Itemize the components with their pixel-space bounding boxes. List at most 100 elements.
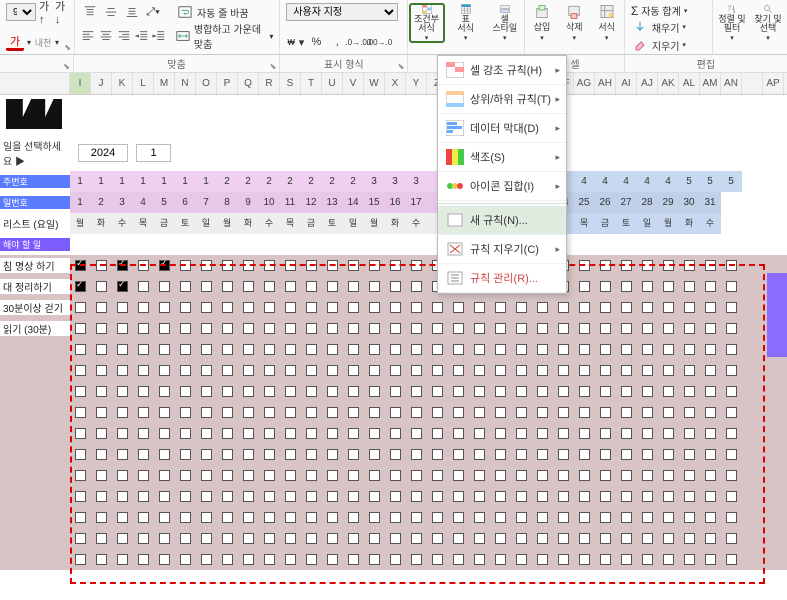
checkbox-cell[interactable] bbox=[406, 444, 427, 465]
worksheet[interactable]: 일을 선택하세요 ▶ 주번호11111112222222333444444455… bbox=[0, 95, 787, 570]
clear-button[interactable]: 지우기▾ bbox=[631, 36, 706, 54]
checkbox-cell[interactable] bbox=[595, 360, 616, 381]
checkbox-cell[interactable] bbox=[679, 465, 700, 486]
checkbox-cell[interactable] bbox=[574, 318, 595, 339]
font-color-icon[interactable]: 가 bbox=[6, 33, 24, 51]
checkbox-cell[interactable] bbox=[196, 402, 217, 423]
checkbox-cell[interactable] bbox=[448, 465, 469, 486]
checkbox-cell[interactable] bbox=[553, 423, 574, 444]
checkbox-cell[interactable] bbox=[238, 276, 259, 297]
checkbox-cell[interactable] bbox=[238, 318, 259, 339]
col-header[interactable]: L bbox=[133, 73, 154, 94]
checkbox-cell[interactable] bbox=[91, 528, 112, 549]
checkbox-cell[interactable] bbox=[511, 444, 532, 465]
checkbox-cell[interactable] bbox=[259, 255, 280, 276]
checkbox-cell[interactable] bbox=[721, 276, 742, 297]
checkbox-cell[interactable] bbox=[133, 507, 154, 528]
checkbox-cell[interactable] bbox=[700, 276, 721, 297]
checkbox-cell[interactable] bbox=[721, 255, 742, 276]
checkbox-cell[interactable] bbox=[112, 255, 133, 276]
checkbox-cell[interactable] bbox=[469, 360, 490, 381]
checkbox-cell[interactable] bbox=[91, 465, 112, 486]
checkbox-cell[interactable] bbox=[133, 276, 154, 297]
checkbox-cell[interactable] bbox=[469, 486, 490, 507]
checkbox-cell[interactable] bbox=[658, 549, 679, 570]
menu-color-scales[interactable]: 색조(S)▸ bbox=[438, 143, 566, 172]
insert-button[interactable]: 삽입▾ bbox=[527, 4, 557, 42]
checkbox-cell[interactable] bbox=[154, 549, 175, 570]
checkbox-cell[interactable] bbox=[322, 360, 343, 381]
checkbox-cell[interactable] bbox=[469, 549, 490, 570]
checkbox-cell[interactable] bbox=[196, 255, 217, 276]
checkbox-cell[interactable] bbox=[364, 423, 385, 444]
checkbox-cell[interactable] bbox=[511, 339, 532, 360]
number-format-select[interactable]: 사용자 지정 bbox=[286, 3, 398, 21]
checkbox-cell[interactable] bbox=[154, 255, 175, 276]
checkbox-cell[interactable] bbox=[196, 297, 217, 318]
checkbox-cell[interactable] bbox=[217, 255, 238, 276]
checkbox-cell[interactable] bbox=[112, 360, 133, 381]
checkbox-cell[interactable] bbox=[238, 297, 259, 318]
col-header[interactable]: AI bbox=[616, 73, 637, 94]
menu-highlight-cells[interactable]: 셀 강조 규칙(H)▸ bbox=[438, 56, 566, 85]
checkbox-cell[interactable] bbox=[91, 276, 112, 297]
checkbox-cell[interactable] bbox=[343, 423, 364, 444]
checkbox-cell[interactable] bbox=[553, 486, 574, 507]
checkbox-cell[interactable] bbox=[511, 360, 532, 381]
increase-indent-icon[interactable] bbox=[152, 27, 167, 45]
checkbox-cell[interactable] bbox=[91, 549, 112, 570]
col-header[interactable]: V bbox=[343, 73, 364, 94]
checkbox-cell[interactable] bbox=[301, 276, 322, 297]
checkbox-cell[interactable] bbox=[574, 486, 595, 507]
checkbox-cell[interactable] bbox=[637, 549, 658, 570]
checkbox-cell[interactable] bbox=[616, 507, 637, 528]
checkbox-cell[interactable] bbox=[406, 423, 427, 444]
checkbox-cell[interactable] bbox=[301, 423, 322, 444]
checkbox-cell[interactable] bbox=[658, 276, 679, 297]
checkbox-cell[interactable] bbox=[574, 276, 595, 297]
checkbox-cell[interactable] bbox=[469, 402, 490, 423]
checkbox-cell[interactable] bbox=[112, 528, 133, 549]
checkbox-cell[interactable] bbox=[154, 339, 175, 360]
checkbox-cell[interactable] bbox=[70, 339, 91, 360]
checkbox-cell[interactable] bbox=[616, 318, 637, 339]
checkbox-cell[interactable] bbox=[427, 465, 448, 486]
checkbox-cell[interactable] bbox=[490, 297, 511, 318]
checkbox-cell[interactable] bbox=[574, 339, 595, 360]
checkbox-cell[interactable] bbox=[70, 318, 91, 339]
checkbox-cell[interactable] bbox=[196, 528, 217, 549]
dialog-launcher-icon[interactable]: ⬊ bbox=[398, 62, 405, 71]
checkbox-cell[interactable] bbox=[259, 444, 280, 465]
checkbox-cell[interactable] bbox=[301, 339, 322, 360]
checkbox-cell[interactable] bbox=[574, 549, 595, 570]
checkbox-cell[interactable] bbox=[322, 465, 343, 486]
checkbox-cell[interactable] bbox=[364, 486, 385, 507]
checkbox-cell[interactable] bbox=[259, 465, 280, 486]
col-header[interactable]: S bbox=[280, 73, 301, 94]
checkbox-cell[interactable] bbox=[637, 297, 658, 318]
col-header[interactable]: AJ bbox=[637, 73, 658, 94]
checkbox-cell[interactable] bbox=[217, 465, 238, 486]
checkbox-cell[interactable] bbox=[553, 402, 574, 423]
checkbox-cell[interactable] bbox=[238, 255, 259, 276]
checkbox-cell[interactable] bbox=[511, 465, 532, 486]
checkbox-cell[interactable] bbox=[658, 486, 679, 507]
checkbox-cell[interactable] bbox=[679, 360, 700, 381]
checkbox-cell[interactable] bbox=[301, 465, 322, 486]
checkbox-cell[interactable] bbox=[427, 297, 448, 318]
checkbox-cell[interactable] bbox=[574, 402, 595, 423]
checkbox-cell[interactable] bbox=[448, 423, 469, 444]
orientation-icon[interactable]: ⤢▾ bbox=[144, 3, 162, 21]
checkbox-cell[interactable] bbox=[154, 381, 175, 402]
checkbox-cell[interactable] bbox=[280, 318, 301, 339]
checkbox-cell[interactable] bbox=[112, 486, 133, 507]
checkbox-cell[interactable] bbox=[427, 381, 448, 402]
checkbox-cell[interactable] bbox=[616, 360, 637, 381]
checkbox-cell[interactable] bbox=[175, 486, 196, 507]
checkbox-cell[interactable] bbox=[259, 507, 280, 528]
checkbox-cell[interactable] bbox=[175, 423, 196, 444]
checkbox-cell[interactable] bbox=[259, 318, 280, 339]
checkbox-cell[interactable] bbox=[406, 339, 427, 360]
checkbox-cell[interactable] bbox=[70, 528, 91, 549]
checkbox-cell[interactable] bbox=[490, 528, 511, 549]
